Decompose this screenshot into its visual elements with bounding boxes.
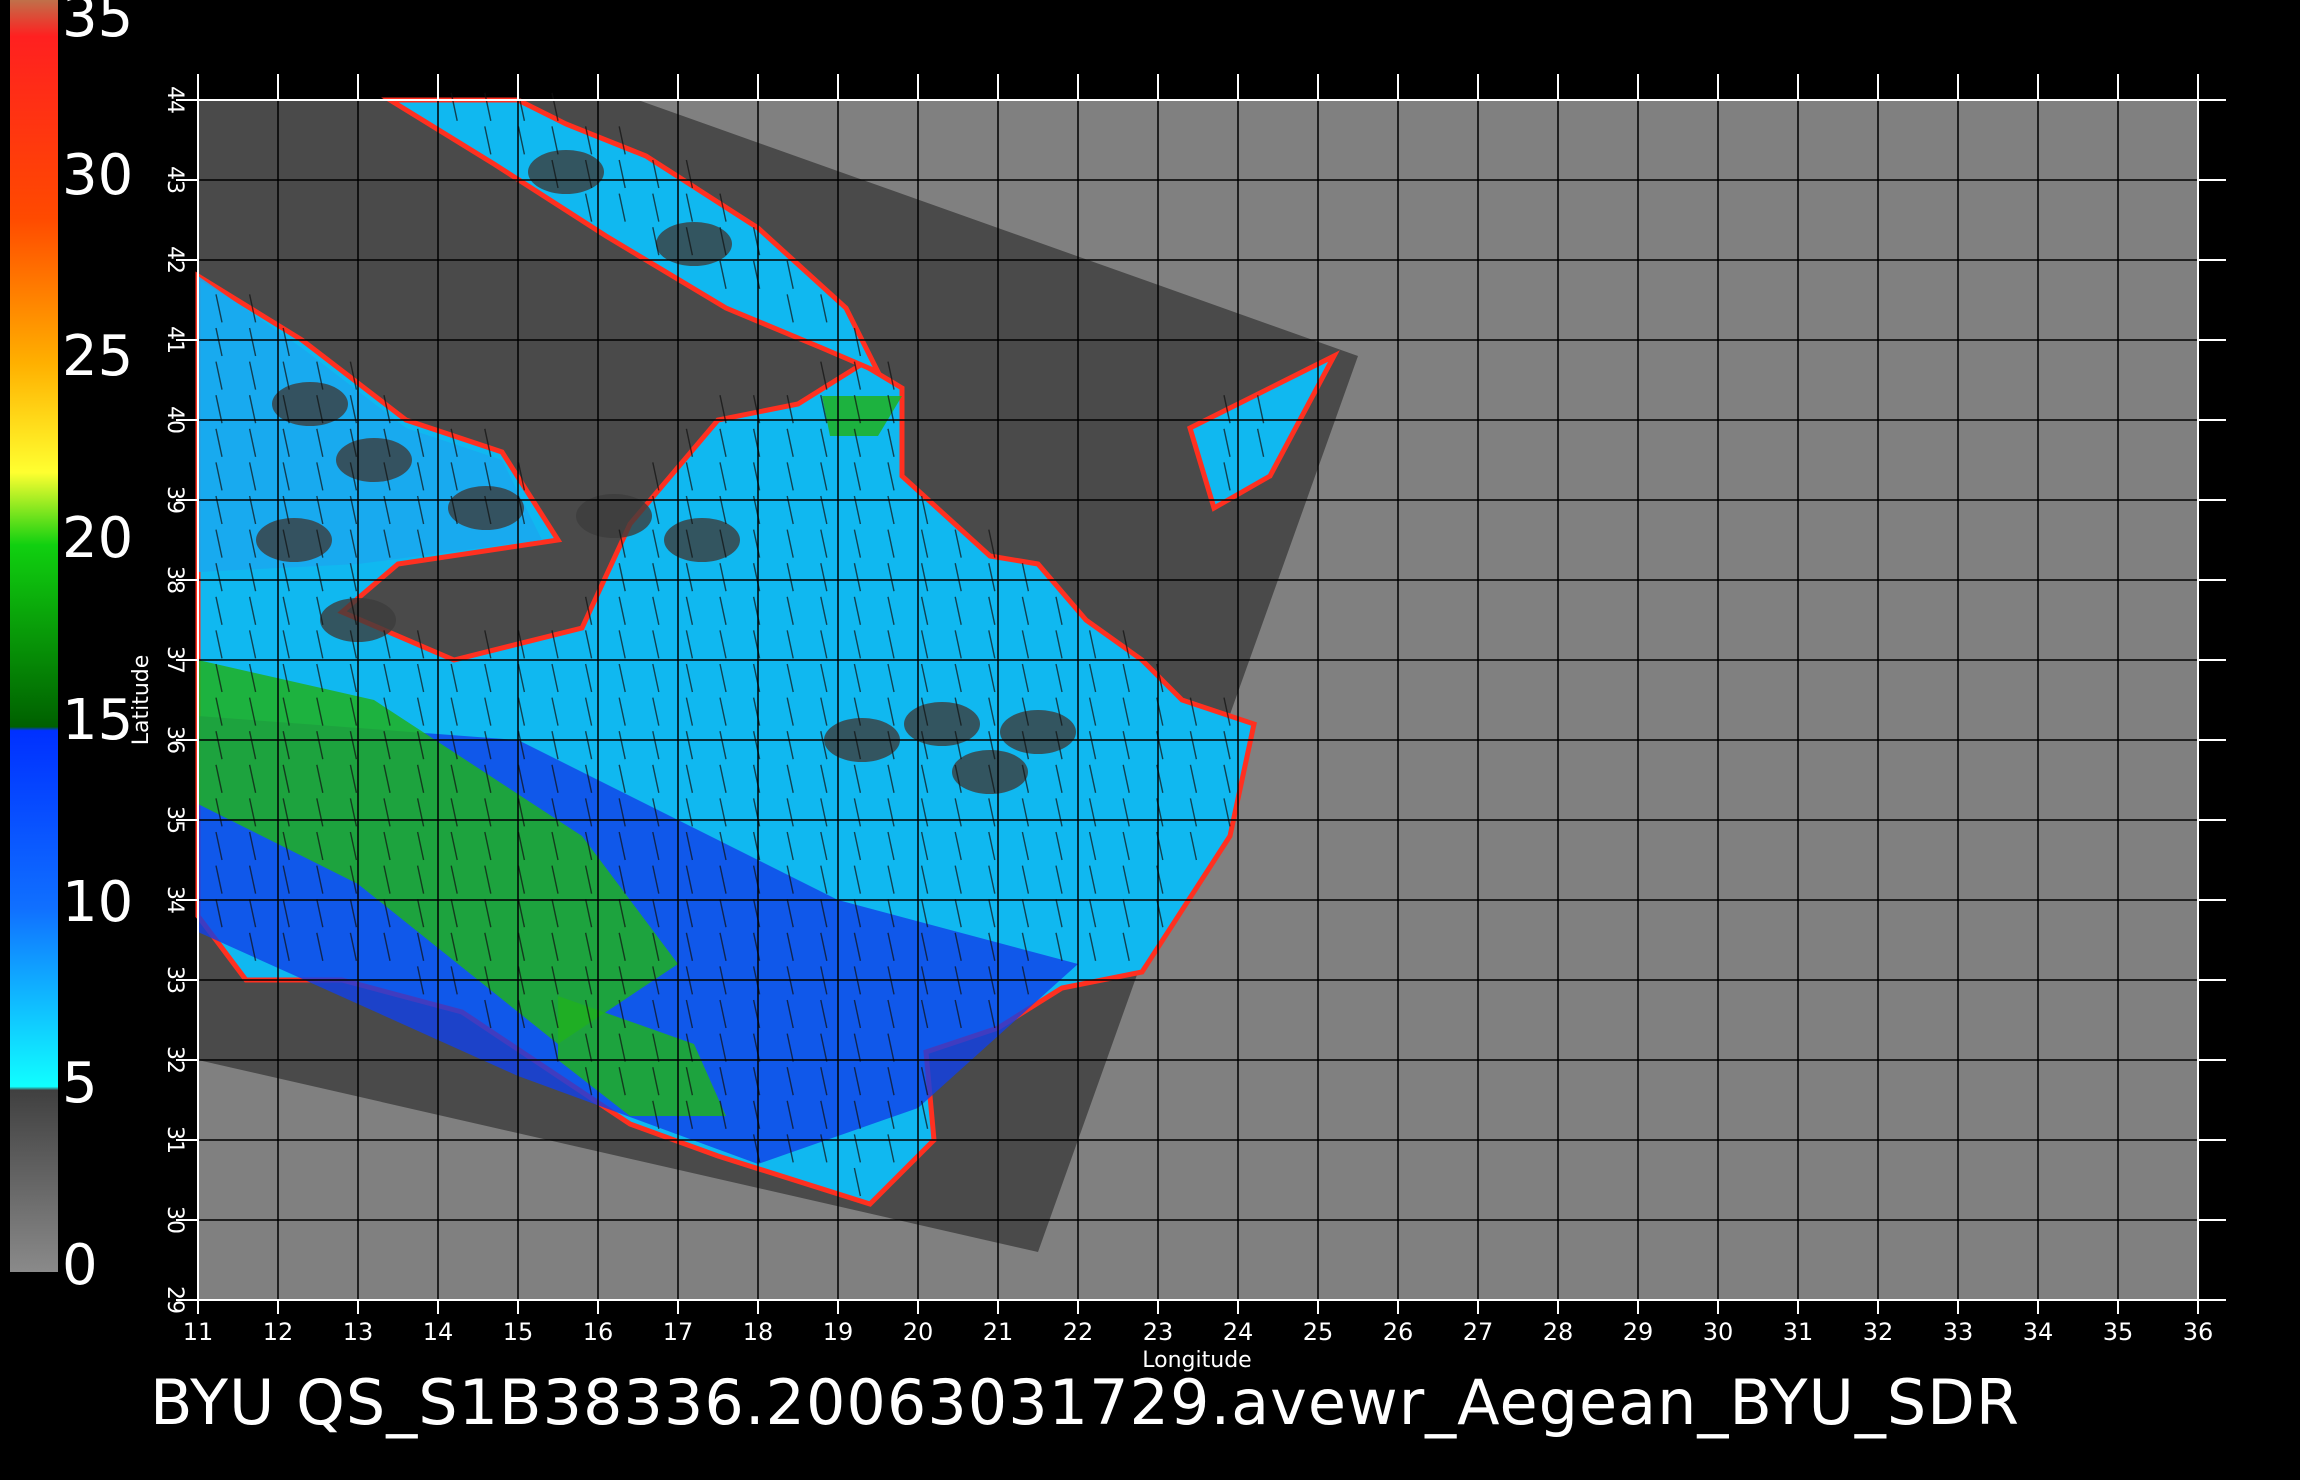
x-tick-label: 19 (823, 1318, 854, 1346)
y-tick-label: 42 (162, 246, 187, 274)
y-tick-label: 29 (162, 1286, 187, 1314)
calm-patch (448, 486, 524, 530)
y-tick-label: 35 (162, 806, 187, 834)
x-tick-label: 30 (1703, 1318, 1734, 1346)
calm-patch (336, 438, 412, 482)
x-tick-label: 36 (2183, 1318, 2214, 1346)
calm-patch (664, 518, 740, 562)
image-caption: BYU QS_S1B38336.20063031729.avewr_Aegean… (150, 1366, 2021, 1439)
x-tick-label: 18 (743, 1318, 774, 1346)
y-tick-label: 31 (162, 1126, 187, 1154)
x-tick-label: 22 (1063, 1318, 1094, 1346)
y-tick-label: 32 (162, 1046, 187, 1074)
x-tick-label: 15 (503, 1318, 534, 1346)
y-tick-label: 41 (162, 326, 187, 354)
x-tick-label: 33 (1943, 1318, 1974, 1346)
y-tick-label: 38 (162, 566, 187, 594)
calm-patch (256, 518, 332, 562)
x-tick-label: 11 (183, 1318, 214, 1346)
x-tick-label: 23 (1143, 1318, 1174, 1346)
x-tick-label: 13 (343, 1318, 374, 1346)
x-tick-label: 17 (663, 1318, 694, 1346)
x-tick-label: 29 (1623, 1318, 1654, 1346)
y-axis-label: Latitude (129, 655, 154, 746)
x-tick-label: 26 (1383, 1318, 1414, 1346)
y-tick-label: 30 (162, 1206, 187, 1234)
calm-patch (528, 150, 604, 194)
wind-speed-map: 11 12 13 14 15 16 17 18 19 20 21 22 23 24 25 26 27 28 29 30… (129, 74, 2226, 1373)
y-tick-label: 37 (162, 646, 187, 674)
x-tick-label: 28 (1543, 1318, 1574, 1346)
y-tick-label: 33 (162, 966, 187, 994)
x-tick-label: 35 (2103, 1318, 2134, 1346)
y-tick-label: 40 (162, 406, 187, 434)
x-tick-label: 25 (1303, 1318, 1334, 1346)
x-tick-label: 12 (263, 1318, 294, 1346)
x-tick-label: 32 (1863, 1318, 1894, 1346)
x-tick-label: 34 (2023, 1318, 2054, 1346)
y-tick-label: 43 (162, 166, 187, 194)
x-tick-label: 21 (983, 1318, 1014, 1346)
y-tick-label: 44 (162, 86, 187, 114)
x-tick-label: 27 (1463, 1318, 1494, 1346)
x-tick-label: 31 (1783, 1318, 1814, 1346)
y-tick-label: 36 (162, 726, 187, 754)
x-tick-label: 24 (1223, 1318, 1254, 1346)
y-tick-label: 34 (162, 886, 187, 914)
y-tick-label: 39 (162, 486, 187, 514)
calm-patch (1000, 710, 1076, 754)
x-tick-label: 14 (423, 1318, 454, 1346)
x-tick-label: 20 (903, 1318, 934, 1346)
x-tick-label: 16 (583, 1318, 614, 1346)
